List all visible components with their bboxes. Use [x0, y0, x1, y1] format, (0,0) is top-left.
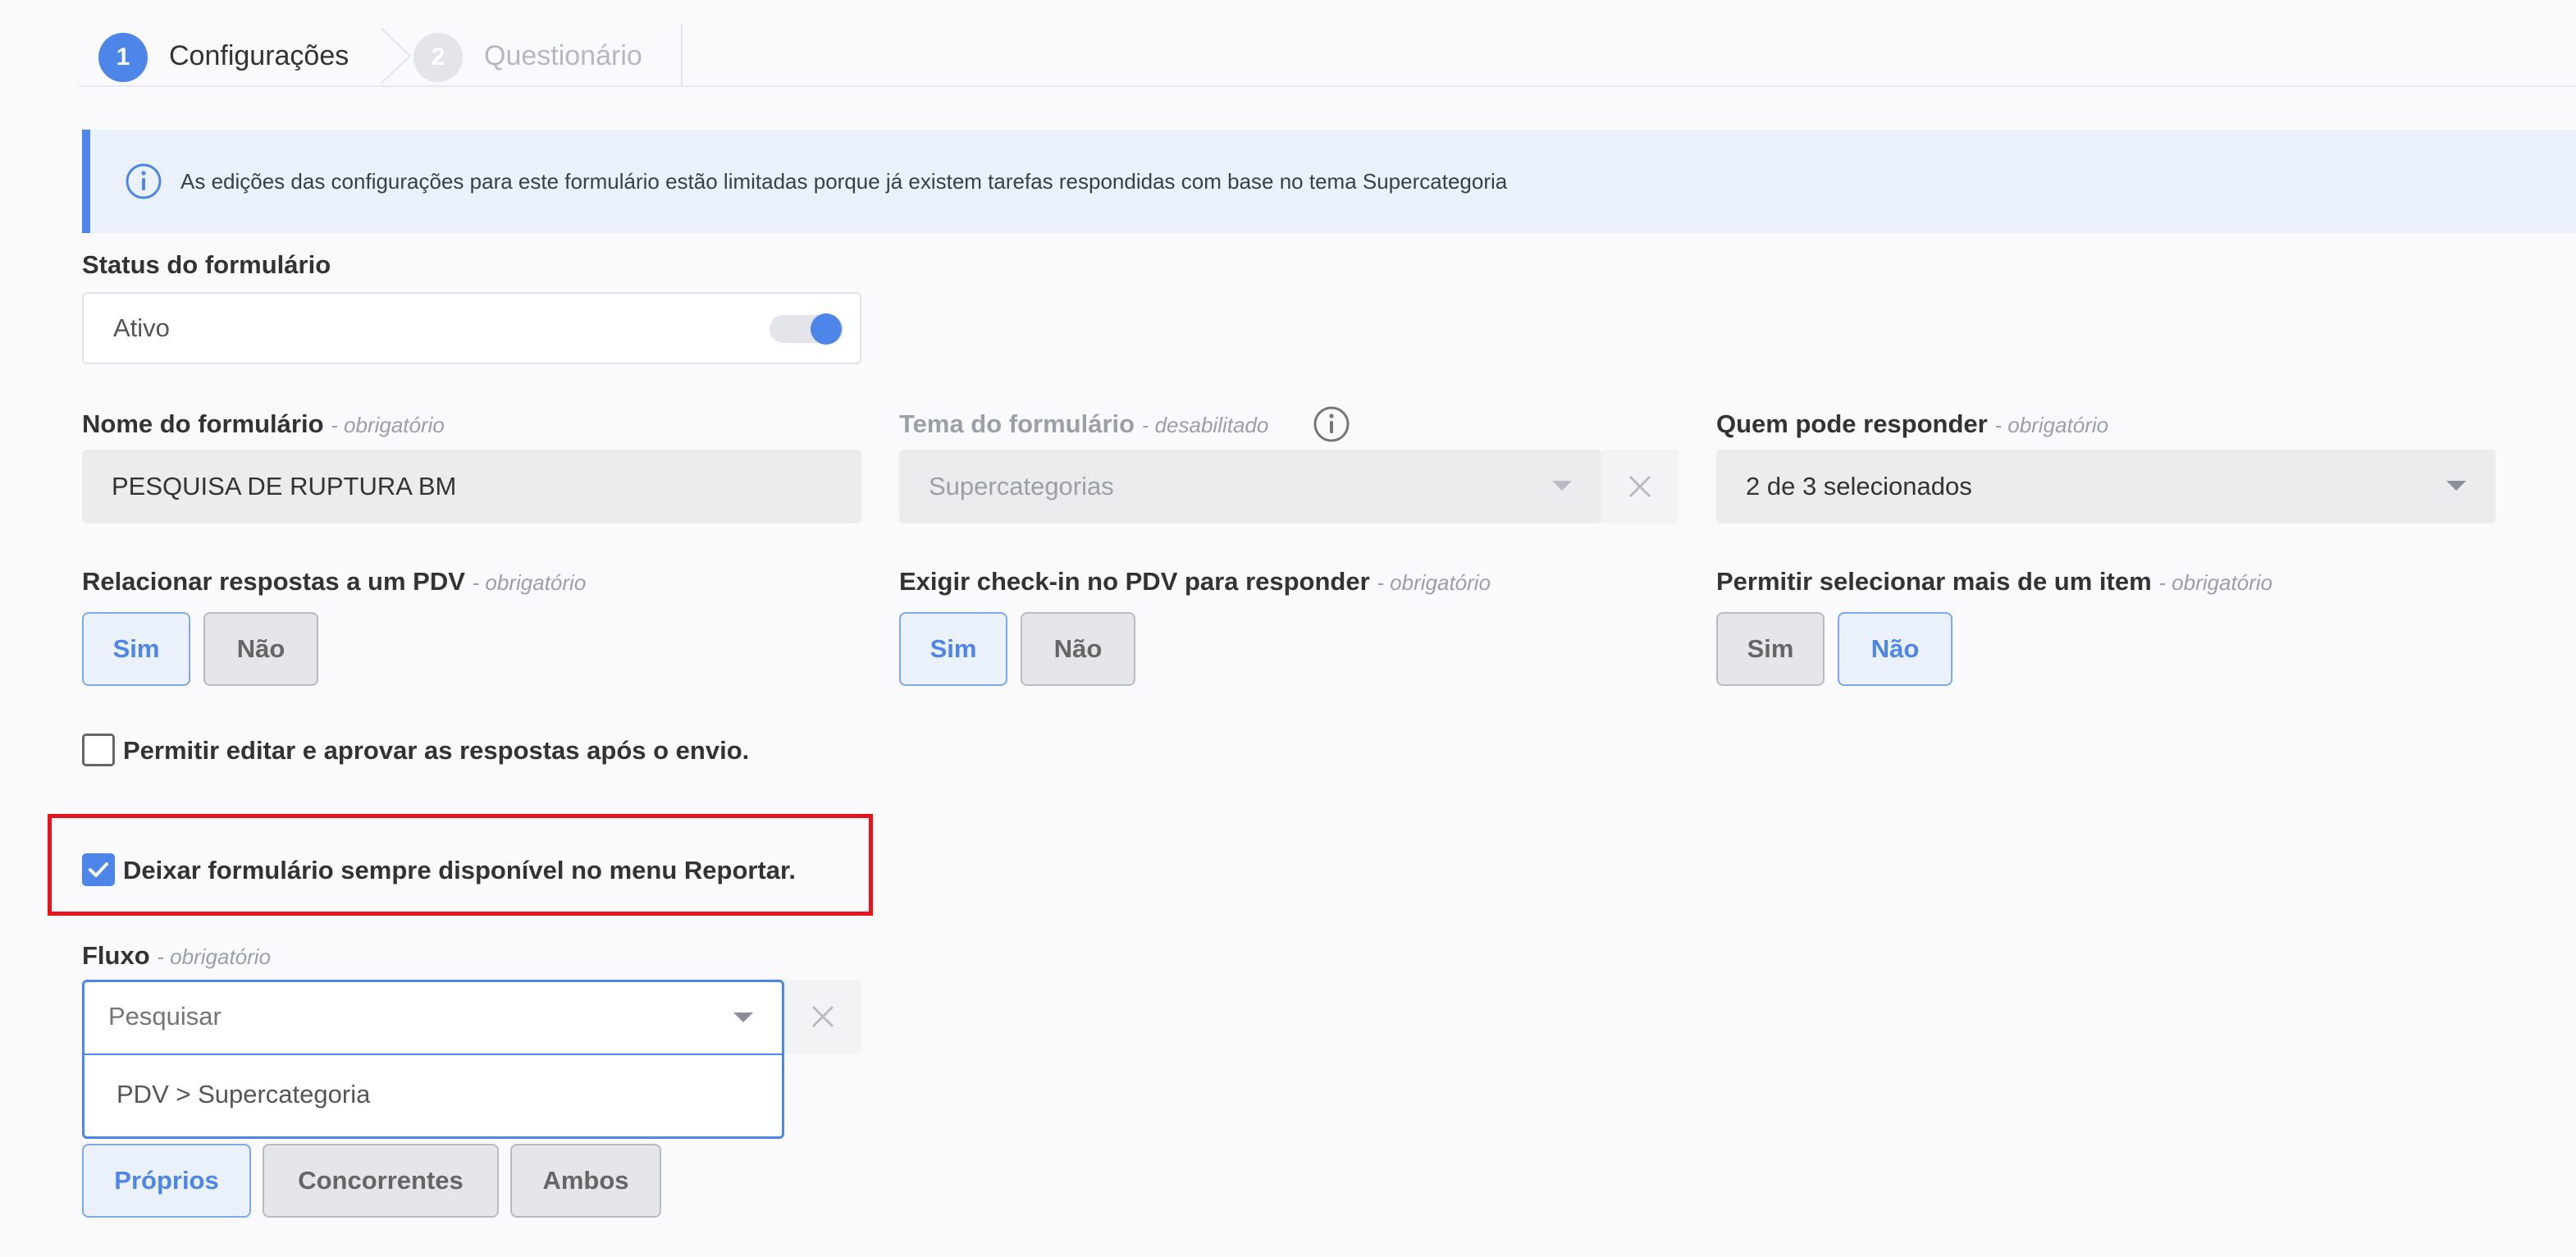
- tema-chevron-down-icon: [1552, 481, 1572, 491]
- reportar-label: Deixar formulário sempre disponível no m…: [123, 856, 796, 884]
- step-1-label[interactable]: Configurações: [169, 39, 349, 72]
- fluxo-option[interactable]: PDV > Supercategoria: [116, 1080, 370, 1109]
- fluxo-label: Fluxo - obrigatório: [82, 941, 272, 970]
- quem-chevron-down-icon: [2446, 481, 2466, 491]
- multi-nao-button[interactable]: Não: [1838, 612, 1953, 686]
- fluxo-dropdown-divider: [84, 1054, 782, 1055]
- stepper-divider: [79, 85, 2576, 87]
- tema-label: Tema do formulário - desabilitado: [899, 409, 1269, 438]
- step-1-number[interactable]: 1: [98, 33, 148, 82]
- relacionar-sim-button[interactable]: Sim: [82, 612, 190, 686]
- fluxo-chevron-down-icon[interactable]: [733, 1012, 753, 1022]
- status-field: Ativo: [82, 292, 861, 364]
- multi-sim-button[interactable]: Sim: [1716, 612, 1825, 686]
- info-icon: [126, 163, 162, 199]
- multi-label: Permitir selecionar mais de um item - ob…: [1716, 567, 2273, 596]
- checkin-label: Exigir check-in no PDV para responder - …: [899, 567, 1491, 596]
- status-toggle-knob: [811, 313, 842, 345]
- nome-input[interactable]: PESQUISA DE RUPTURA BM: [82, 450, 861, 523]
- check-icon: [89, 862, 108, 877]
- fluxo-close-icon: [811, 1005, 834, 1028]
- status-label: Status do formulário: [82, 250, 331, 279]
- nome-label: Nome do formulário - obrigatório: [82, 409, 445, 438]
- checkin-nao-button[interactable]: Não: [1021, 612, 1135, 686]
- quem-select[interactable]: 2 de 3 selecionados: [1716, 450, 2496, 523]
- relacionar-nao-button[interactable]: Não: [203, 612, 318, 686]
- status-value: Ativo: [113, 313, 170, 342]
- ambos-button[interactable]: Ambos: [510, 1144, 661, 1218]
- tema-close-icon: [1628, 475, 1651, 498]
- proprios-button[interactable]: Próprios: [82, 1144, 251, 1218]
- tema-select: Supercategorias: [899, 450, 1601, 523]
- step-chevron-icon: [380, 27, 412, 85]
- step-2-number[interactable]: 2: [413, 33, 463, 82]
- relacionar-label: Relacionar respostas a um PDV - obrigató…: [82, 567, 587, 596]
- tema-info-icon[interactable]: [1313, 405, 1350, 443]
- editar-label: Permitir editar e aprovar as respostas a…: [123, 736, 750, 765]
- info-banner-text: As edições das configurações para este f…: [180, 169, 1508, 194]
- reportar-checkbox[interactable]: [82, 853, 115, 886]
- quem-label: Quem pode responder - obrigatório: [1716, 409, 2109, 438]
- checkin-sim-button[interactable]: Sim: [899, 612, 1007, 686]
- step-2-label[interactable]: Questionário: [484, 39, 642, 72]
- fluxo-search-input[interactable]: [107, 996, 714, 1037]
- concorrentes-button[interactable]: Concorrentes: [263, 1144, 499, 1218]
- editar-checkbox[interactable]: [82, 734, 115, 766]
